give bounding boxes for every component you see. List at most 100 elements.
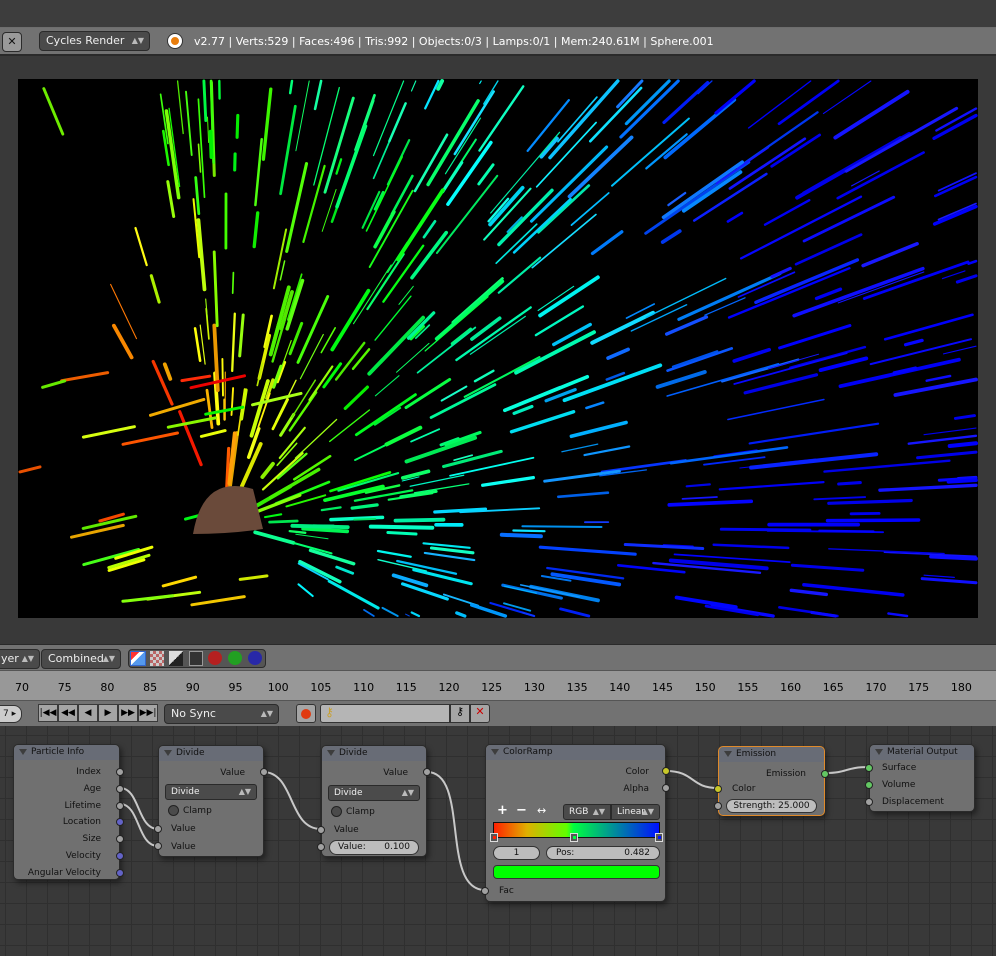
light-streak: [290, 523, 350, 530]
socket[interactable]: [481, 887, 489, 895]
timeline-tick: 170: [865, 681, 887, 694]
blender-logo-icon: [168, 34, 182, 48]
alpha-icon[interactable]: [130, 651, 146, 666]
particle-info-node[interactable]: Particle Info Index Age Lifetime Location Si…: [13, 744, 124, 880]
interpolation-select[interactable]: Linear ▲▼: [611, 804, 660, 820]
add-stop-button[interactable]: +: [497, 803, 508, 818]
light-streak: [376, 549, 412, 558]
light-streak: [368, 524, 435, 530]
light-streak: [149, 274, 161, 304]
record-button[interactable]: [296, 704, 316, 723]
jump-end-button[interactable]: ▶▶|: [138, 704, 158, 722]
socket[interactable]: [714, 785, 722, 793]
light-streak: [955, 274, 978, 284]
light-streak: [929, 554, 978, 561]
green-channel-icon[interactable]: [228, 651, 242, 665]
operation-select[interactable]: Divide ▲▼: [165, 784, 257, 800]
socket[interactable]: [154, 825, 162, 833]
light-streak: [590, 310, 655, 345]
pass-select[interactable]: Combined ▲▼: [41, 649, 121, 669]
socket[interactable]: [154, 842, 162, 850]
socket[interactable]: [116, 801, 124, 810]
z-buffer-icon[interactable]: [169, 651, 183, 666]
light-streak: [199, 429, 227, 438]
light-streak: [719, 527, 812, 532]
clamp-checkbox[interactable]: [168, 805, 179, 816]
jump-start-button[interactable]: |◀◀: [38, 704, 58, 722]
light-streak: [231, 312, 236, 373]
socket[interactable]: [317, 826, 325, 834]
socket[interactable]: [662, 784, 670, 792]
light-streak: [512, 197, 572, 254]
light-streak: [818, 356, 869, 373]
socket[interactable]: [865, 780, 873, 789]
stop-index-field[interactable]: 1: [493, 846, 540, 860]
light-streak: [295, 533, 329, 540]
stop-position-field[interactable]: Pos: 0.482: [546, 846, 660, 860]
red-channel-icon[interactable]: [208, 651, 222, 665]
layer-select[interactable]: yer ▲▼: [0, 649, 40, 669]
color-mode-select[interactable]: RGB ▲▼: [563, 804, 611, 820]
light-streak: [818, 529, 875, 533]
light-streak: [404, 377, 452, 410]
colorramp-node[interactable]: ColorRamp Color Alpha + − ↔ RGB ▲▼ Linear…: [481, 744, 670, 902]
light-streak: [810, 610, 837, 618]
stop-color-swatch[interactable]: [493, 865, 660, 879]
output-emission: Emission: [765, 769, 806, 779]
current-frame-field[interactable]: 7 ▸: [0, 705, 22, 723]
socket[interactable]: [116, 784, 124, 793]
light-streak: [261, 87, 273, 161]
blue-channel-icon[interactable]: [248, 651, 262, 665]
light-streak: [488, 185, 525, 227]
divide-node-1[interactable]: Divide Value Divide ▲▼ Clamp Value Value: [154, 745, 268, 857]
ramp-stop-marker[interactable]: [490, 833, 498, 842]
sync-select[interactable]: No Sync ▲▼: [164, 704, 279, 724]
material-output-node[interactable]: Material Output Surface Volume Displacemen…: [865, 744, 975, 812]
jump-keyframe-back-button[interactable]: ◀◀: [58, 704, 78, 722]
socket[interactable]: [714, 802, 722, 810]
light-streak: [260, 461, 275, 479]
timeline-tick: 140: [609, 681, 631, 694]
keying-set-field[interactable]: ⚷: [320, 704, 450, 723]
light-streak: [321, 189, 337, 232]
light-streak: [18, 465, 42, 474]
play-reverse-button[interactable]: ◀: [78, 704, 98, 722]
close-icon[interactable]: ✕: [2, 32, 22, 52]
clamp-checkbox[interactable]: [331, 806, 342, 817]
socket[interactable]: [821, 770, 829, 778]
input-color: Color: [732, 784, 756, 794]
light-streak: [606, 347, 630, 360]
flip-button[interactable]: ↔: [537, 804, 546, 817]
socket[interactable]: [423, 768, 431, 776]
emission-node[interactable]: Emission Emission Color Strength: 25.000: [714, 746, 829, 816]
light-streak: [354, 393, 417, 437]
divide-node-2[interactable]: Divide Value Divide ▲▼ Clamp Value Value:…: [317, 745, 431, 857]
insert-keyframe-button[interactable]: ⚷: [450, 704, 470, 723]
delete-keyframe-button[interactable]: ✕: [470, 704, 490, 723]
operation-select[interactable]: Divide ▲▼: [328, 785, 420, 801]
socket[interactable]: [116, 852, 124, 860]
socket[interactable]: [662, 767, 670, 775]
strength-field[interactable]: Strength: 25.000: [726, 799, 817, 813]
remove-stop-button[interactable]: −: [516, 803, 527, 818]
render-engine-select[interactable]: Cycles Render ▲▼: [39, 31, 150, 51]
ramp-stop-marker[interactable]: [655, 833, 663, 842]
light-streak: [450, 327, 473, 346]
light-streak: [892, 366, 918, 375]
ramp-stop-marker[interactable]: [569, 833, 578, 842]
checker-icon[interactable]: [150, 651, 164, 666]
socket[interactable]: [116, 768, 124, 776]
socket[interactable]: [865, 764, 873, 772]
value-field[interactable]: Value: 0.100: [329, 840, 419, 855]
socket[interactable]: [317, 843, 325, 851]
color-ramp-gradient[interactable]: [490, 822, 663, 842]
socket[interactable]: [260, 768, 268, 776]
light-streak: [190, 595, 246, 607]
socket[interactable]: [865, 797, 873, 806]
socket[interactable]: [116, 868, 124, 877]
play-button[interactable]: ▶: [98, 704, 118, 722]
node-title: Material Output: [870, 745, 974, 760]
timeline-tick: 80: [100, 681, 115, 694]
jump-keyframe-forward-button[interactable]: ▶▶: [118, 704, 138, 722]
overlay-icon[interactable]: [189, 651, 203, 666]
